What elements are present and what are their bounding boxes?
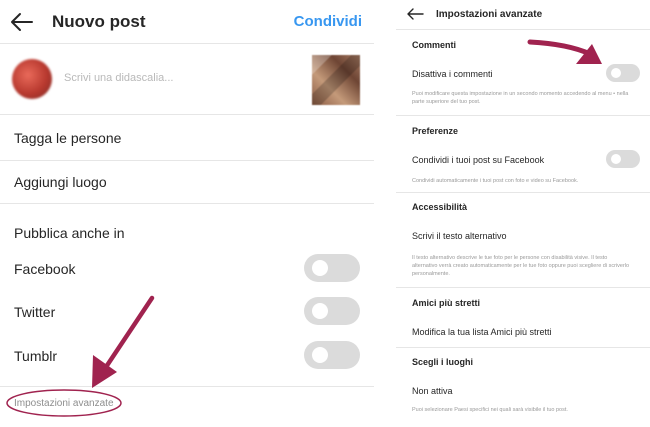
divider bbox=[396, 192, 650, 193]
preferences-heading: Preferenze bbox=[412, 126, 459, 136]
alt-text-item[interactable]: Scrivi il testo alternativo bbox=[412, 231, 507, 241]
back-arrow-icon[interactable] bbox=[10, 12, 34, 32]
accessibility-heading: Accessibilità bbox=[412, 202, 468, 212]
add-location-row[interactable]: Aggiungi luogo bbox=[0, 161, 374, 203]
tumblr-label: Tumblr bbox=[14, 348, 58, 364]
toggle-knob bbox=[312, 303, 328, 319]
preferences-note: Condividi automaticamente i tuoi post co… bbox=[412, 178, 579, 184]
tumblr-row: Tumblr bbox=[0, 341, 374, 371]
twitter-label: Twitter bbox=[14, 304, 56, 320]
share-button[interactable]: Condividi bbox=[294, 13, 362, 30]
toggle-knob bbox=[312, 347, 328, 363]
accessibility-note: Il testo alternativo descrive le tue fot… bbox=[412, 255, 630, 277]
page-title: Impostazioni avanzate bbox=[436, 9, 543, 20]
publish-also-heading: Pubblica anche in bbox=[14, 225, 125, 241]
toggle-knob bbox=[611, 154, 621, 164]
tag-people-label: Tagga le persone bbox=[14, 130, 122, 146]
places-item[interactable]: Non attiva bbox=[412, 386, 453, 396]
back-arrow-icon[interactable] bbox=[406, 7, 424, 21]
divider bbox=[396, 115, 650, 116]
facebook-label: Facebook bbox=[14, 261, 76, 277]
facebook-toggle[interactable] bbox=[304, 254, 360, 282]
top-bar: Nuovo post Condividi bbox=[0, 0, 374, 44]
screen-gap bbox=[374, 0, 396, 427]
add-location-label: Aggiungi luogo bbox=[14, 174, 107, 190]
divider bbox=[0, 203, 374, 204]
advanced-settings-screen: Impostazioni avanzate Commenti Disattiva… bbox=[396, 0, 650, 427]
avatar bbox=[12, 59, 52, 99]
caption-input[interactable]: Scrivi una didascalia... bbox=[64, 72, 173, 84]
disable-comments-toggle[interactable] bbox=[606, 64, 640, 82]
facebook-row: Facebook bbox=[0, 254, 374, 284]
toggle-knob bbox=[611, 68, 621, 78]
places-heading: Scegli i luoghi bbox=[412, 357, 474, 367]
toggle-knob bbox=[312, 260, 328, 276]
divider bbox=[396, 287, 650, 288]
tag-people-row[interactable]: Tagga le persone bbox=[0, 116, 374, 160]
page-title: Nuovo post bbox=[52, 12, 146, 31]
advanced-settings-link[interactable]: Impostazioni avanzate bbox=[14, 398, 114, 409]
disable-comments-label: Disattiva i commenti bbox=[412, 69, 493, 79]
post-thumbnail bbox=[312, 55, 360, 105]
close-friends-item[interactable]: Modifica la tua lista Amici più stretti bbox=[412, 327, 552, 337]
divider bbox=[396, 347, 650, 348]
places-note: Puoi selezionare Paesi specifici nei qua… bbox=[412, 407, 568, 413]
new-post-screen: Nuovo post Condividi Scrivi una didascal… bbox=[0, 0, 374, 427]
caption-composer: Scrivi una didascalia... bbox=[0, 45, 374, 115]
top-bar: Impostazioni avanzate bbox=[396, 0, 650, 30]
share-facebook-toggle[interactable] bbox=[606, 150, 640, 168]
twitter-toggle[interactable] bbox=[304, 297, 360, 325]
comments-heading: Commenti bbox=[412, 40, 457, 50]
share-facebook-label: Condividi i tuoi post su Facebook bbox=[412, 155, 545, 165]
twitter-row: Twitter bbox=[0, 297, 374, 327]
close-friends-heading: Amici più stretti bbox=[412, 298, 481, 308]
comments-note: Puoi modificare questa impostazione in u… bbox=[412, 91, 629, 105]
tumblr-toggle[interactable] bbox=[304, 341, 360, 369]
